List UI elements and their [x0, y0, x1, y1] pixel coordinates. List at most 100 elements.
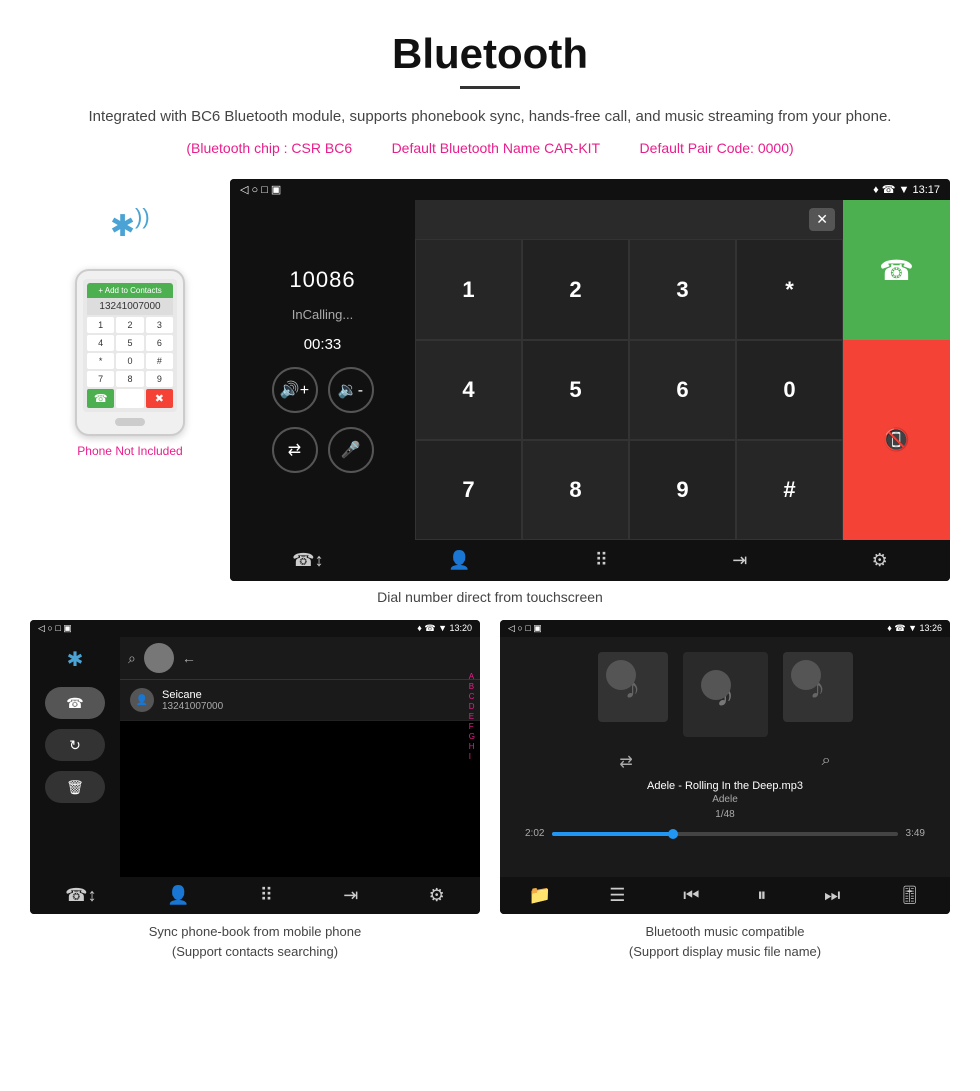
pb-bottom-contacts-icon[interactable]: 👤 [167, 885, 189, 906]
pb-contact-avatar: 👤 [130, 688, 154, 712]
key-9[interactable]: 9 [629, 440, 736, 540]
pb-back-arrow-icon[interactable]: ← [182, 650, 196, 666]
music-track-count: 1/48 [715, 809, 734, 820]
pb-search-row: ⌕ ← [120, 637, 480, 680]
phone-screen-top: + Add to Contacts [87, 283, 173, 298]
pb-right-panel: ⌕ ← 👤 Seicane 13241007000 [120, 637, 480, 721]
top-section: ✱ )) + Add to Contacts 13241007000 1 2 3… [0, 179, 980, 581]
page-title: Bluetooth [40, 30, 940, 78]
pb-contact-details: Seicane 13241007000 [162, 689, 223, 712]
phone-key-1: 1 [87, 317, 114, 333]
pb-delete-btn[interactable]: 🗑 [45, 771, 105, 803]
music-content: ♪ ♪ ♪ [500, 637, 950, 877]
transfer-btn[interactable]: ⇄ [272, 427, 318, 473]
music-next-icon[interactable]: ⏭ [824, 885, 840, 906]
album-dot-center [701, 670, 731, 700]
pb-alpha-d[interactable]: D [469, 702, 475, 711]
key-star[interactable]: * [736, 239, 843, 339]
spec-chip: (Bluetooth chip : CSR BC6 [186, 140, 352, 156]
key-7[interactable]: 7 [415, 440, 522, 540]
pb-right-wrapper: ⌕ ← 👤 Seicane 13241007000 [120, 637, 480, 877]
bottom-transfer-icon[interactable]: ⇥ [732, 550, 747, 571]
phone-key-8b: 8 [116, 371, 143, 387]
bottom-settings-icon[interactable]: ⚙ [872, 550, 888, 571]
key-8[interactable]: 8 [522, 440, 629, 540]
music-folder-icon[interactable]: 📁 [529, 885, 551, 906]
music-top-controls: ⇄ ⌕ [515, 752, 935, 772]
key-5[interactable]: 5 [522, 340, 629, 440]
status-bar: ◁ ○ □ ▣ ♦ ☎ ▼ 13:17 [230, 179, 950, 200]
pb-contact-name: Seicane [162, 689, 223, 701]
pb-refresh-btn[interactable]: ↻ [45, 729, 105, 761]
dial-numpad-grid: ✕ ☎ 1 2 3 * 4 5 6 0 📵 7 8 9 # [415, 200, 950, 540]
key-4[interactable]: 4 [415, 340, 522, 440]
pb-left-panel: ✱ ☎ ↻ 🗑 [30, 637, 120, 877]
phone-end-btn: ✖ [146, 389, 173, 408]
pb-contact-row[interactable]: 👤 Seicane 13241007000 [120, 680, 480, 721]
phone-key-empty [116, 389, 143, 408]
music-eq-icon[interactable]: 🎚 [898, 885, 921, 906]
music-artist: Adele [712, 794, 738, 805]
key-1[interactable]: 1 [415, 239, 522, 339]
pb-bottom-settings-icon[interactable]: ⚙ [429, 885, 445, 906]
delete-btn[interactable]: ✕ [809, 208, 835, 231]
pb-alpha-a[interactable]: A [469, 672, 475, 681]
phone-number-display: 13241007000 [87, 298, 173, 315]
key-2[interactable]: 2 [522, 239, 629, 339]
bluetooth-icon-area: ✱ )) [90, 199, 170, 259]
music-progress-dot [668, 829, 678, 839]
accept-call-btn[interactable]: ☎ [843, 200, 950, 339]
pb-gray-dot [144, 643, 174, 673]
music-screen: ◁ ○ □ ▣ ♦ ☎ ▼ 13:26 ♪ ♪ [500, 620, 950, 914]
header-specs: (Bluetooth chip : CSR BC6 Default Blueto… [40, 137, 940, 159]
pb-bottom-transfer-icon[interactable]: ⇥ [343, 885, 358, 906]
dial-status-text: InCalling... [292, 307, 353, 322]
search-music-icon[interactable]: ⌕ [822, 752, 831, 772]
pb-bottom-bar: ☎↕ 👤 ⠿ ⇥ ⚙ [30, 877, 480, 914]
album-art-right: ♪ [783, 652, 853, 722]
mic-btn[interactable]: 🎤 [328, 427, 374, 473]
key-3[interactable]: 3 [629, 239, 736, 339]
music-item: ◁ ○ □ ▣ ♦ ☎ ▼ 13:26 ♪ ♪ [500, 620, 950, 961]
status-right-icons: ♦ ☎ ▼ 13:17 [873, 183, 940, 196]
pb-search-icon: ⌕ [128, 650, 136, 667]
phone-key-4: 4 [87, 335, 114, 351]
pb-alpha-h[interactable]: H [469, 742, 475, 751]
pb-bottom-dialpad-icon[interactable]: ⠿ [260, 885, 273, 906]
pb-alpha-g[interactable]: G [469, 732, 475, 741]
music-progress-bar[interactable] [552, 832, 897, 836]
music-play-pause-icon[interactable]: ⏸ [757, 885, 766, 906]
dial-bottom-bar: ☎↕ 👤 ⠿ ⇥ ⚙ [230, 540, 950, 581]
pb-alpha-e[interactable]: E [469, 712, 475, 721]
key-hash[interactable]: # [736, 440, 843, 540]
pb-content: ✱ ☎ ↻ 🗑 ⌕ ← 👤 [30, 637, 480, 877]
music-list-icon[interactable]: ☰ [609, 885, 625, 906]
phonebook-caption-line1: Sync phone-book from mobile phone [149, 924, 361, 939]
pb-alpha-f[interactable]: F [469, 722, 475, 731]
pb-alpha-i[interactable]: I [469, 752, 475, 761]
music-prev-icon[interactable]: ⏮ [683, 885, 699, 906]
volume-up-btn[interactable]: 🔊+ [272, 367, 318, 413]
key-6[interactable]: 6 [629, 340, 736, 440]
phone-mockup: + Add to Contacts 13241007000 1 2 3 4 5 … [75, 269, 185, 436]
pb-bottom-calls-icon[interactable]: ☎↕ [65, 885, 96, 906]
pb-call-btn[interactable]: ☎ [45, 687, 105, 719]
bottom-dialpad-icon[interactable]: ⠿ [595, 550, 608, 571]
volume-down-btn[interactable]: 🔉- [328, 367, 374, 413]
music-caption-line1: Bluetooth music compatible [646, 924, 805, 939]
album-art-left: ♪ [598, 652, 668, 722]
bottom-calls-icon[interactable]: ☎↕ [292, 550, 323, 571]
reject-call-btn[interactable]: 📵 [843, 340, 950, 541]
music-progress-row: 2:02 3:49 [515, 828, 935, 839]
pb-alphabet-index: A B C D E F G H I [469, 672, 475, 761]
shuffle-icon[interactable]: ⇄ [619, 752, 632, 772]
phonebook-screen: ◁ ○ □ ▣ ♦ ☎ ▼ 13:20 ✱ ☎ ↻ 🗑 ⌕ ← [30, 620, 480, 914]
music-status-right: ♦ ☎ ▼ 13:26 [887, 623, 942, 634]
bottom-contacts-icon[interactable]: 👤 [448, 550, 470, 571]
music-album-covers: ♪ ♪ ♪ [598, 652, 853, 737]
key-0[interactable]: 0 [736, 340, 843, 440]
phone-not-included-label: Phone Not Included [77, 444, 182, 458]
pb-alpha-b[interactable]: B [469, 682, 475, 691]
page-header: Bluetooth Integrated with BC6 Bluetooth … [0, 0, 980, 179]
pb-alpha-c[interactable]: C [469, 692, 475, 701]
